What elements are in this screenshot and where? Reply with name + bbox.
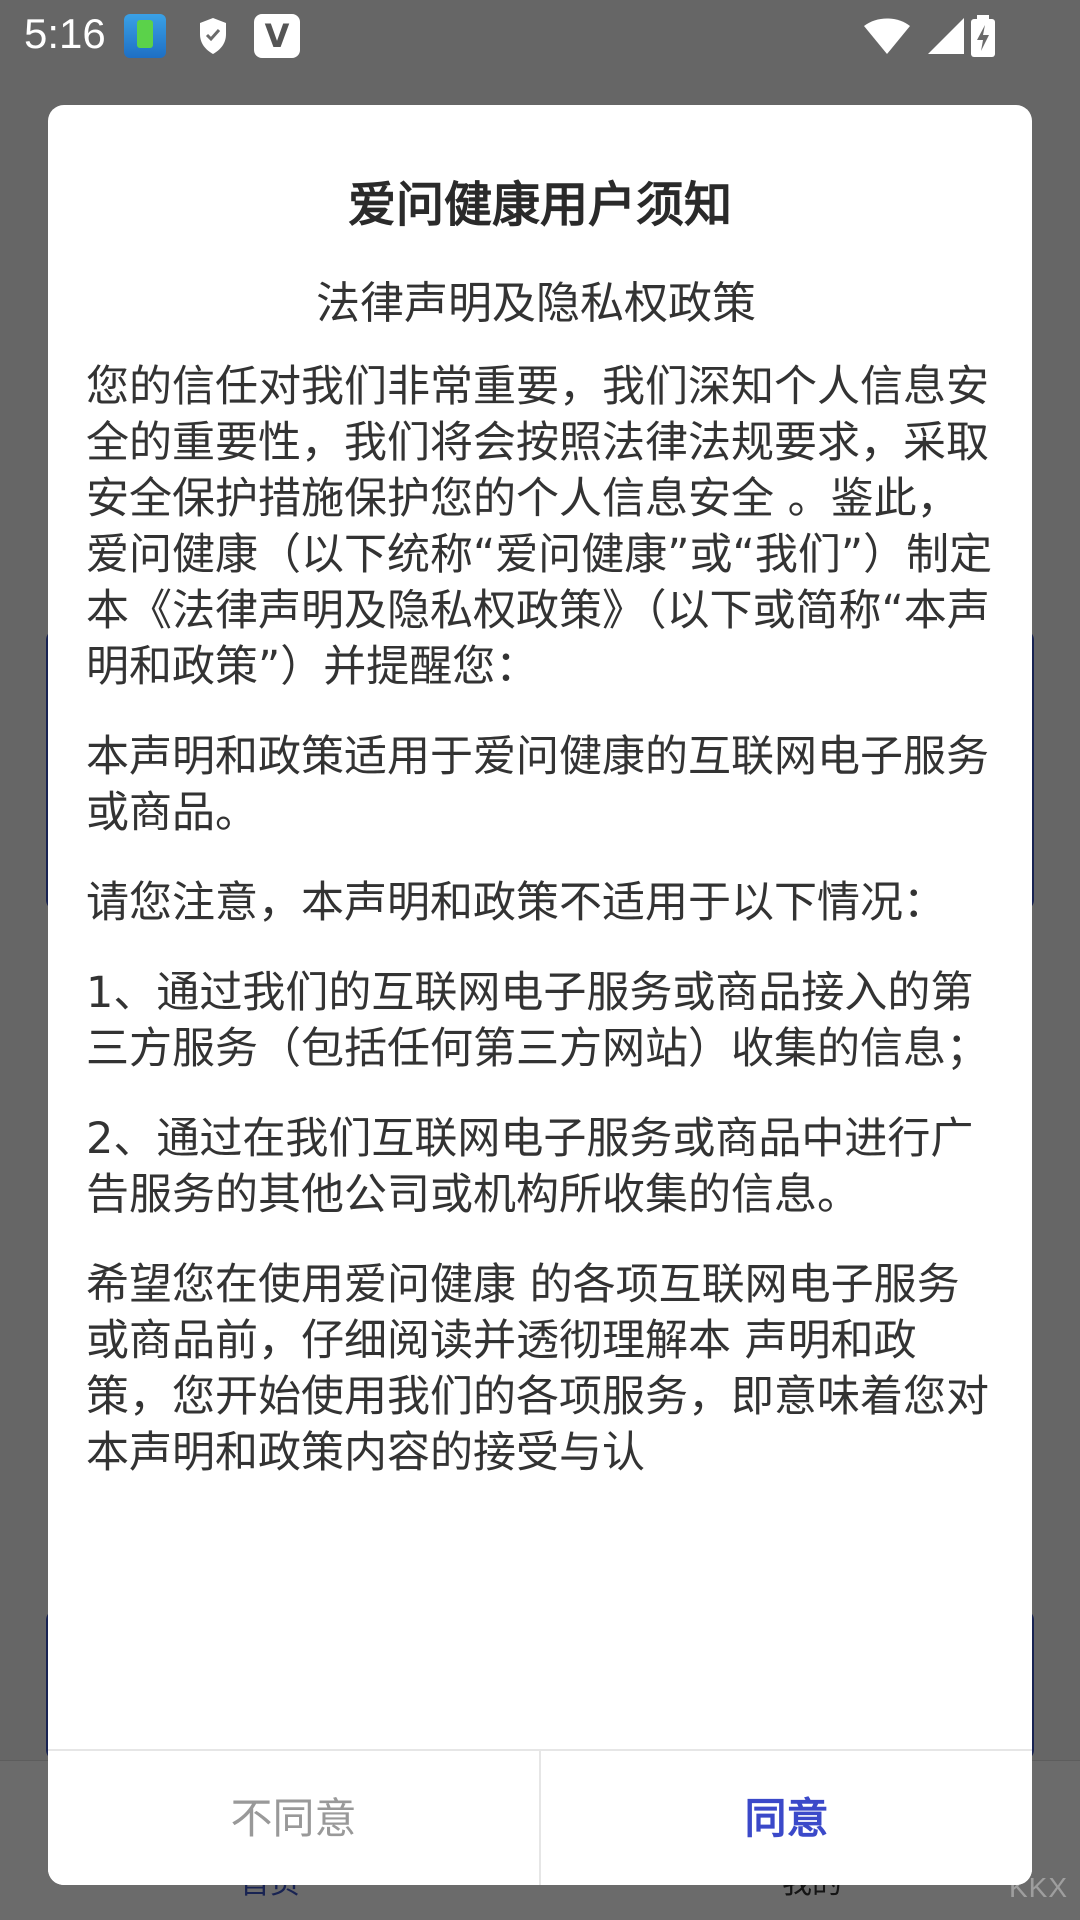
status-time: 5:16 <box>24 10 106 57</box>
v-app-icon: V <box>254 14 300 58</box>
status-bar: 5:16 V <box>0 0 1080 74</box>
battery-charging-icon <box>968 14 998 58</box>
wifi-icon <box>862 14 912 58</box>
dialog-scroll-content[interactable]: 法律声明及隐私权政策 您的信任对我们非常重要，我们深知个人信息安全的重要性，我们… <box>86 275 1001 1853</box>
battery-app-icon <box>124 14 166 58</box>
policy-paragraph: 您的信任对我们非常重要，我们深知个人信息安全的重要性，我们将会按照法律法规要求，… <box>86 362 993 692</box>
shield-icon <box>196 14 230 58</box>
privacy-dialog: 爱问健康用户须知 法律声明及隐私权政策 您的信任对我们非常重要，我们深知个人信息… <box>48 105 1032 1885</box>
policy-paragraph: 本声明和政策适用于爱问健康的互联网电子服务或商品。 <box>86 732 989 838</box>
dialog-title: 爱问健康用户须知 <box>347 177 732 233</box>
disagree-button[interactable]: 不同意 <box>48 1751 539 1885</box>
policy-paragraph: 希望您在使用爱问健康 的各项互联网电子服务或商品前，仔细阅读并透彻理解本 声明和… <box>86 1260 989 1478</box>
policy-paragraph: 1、通过我们的互联网电子服务或商品接入的第三方服务（包括任何第三方网站）收集的信… <box>86 968 989 1074</box>
dialog-button-bar: 不同意 同意 <box>48 1749 1032 1885</box>
signal-icon <box>926 14 968 58</box>
policy-paragraph: 请您注意，本声明和政策不适用于以下情况： <box>86 878 946 928</box>
watermark: KKX <box>1008 1872 1068 1903</box>
agree-button[interactable]: 同意 <box>541 1751 1032 1885</box>
policy-paragraph: 2、通过在我们互联网电子服务或商品中进行广告服务的其他公司或机构所收集的信息。 <box>86 1114 974 1220</box>
policy-heading: 法律声明及隐私权政策 <box>316 278 756 329</box>
